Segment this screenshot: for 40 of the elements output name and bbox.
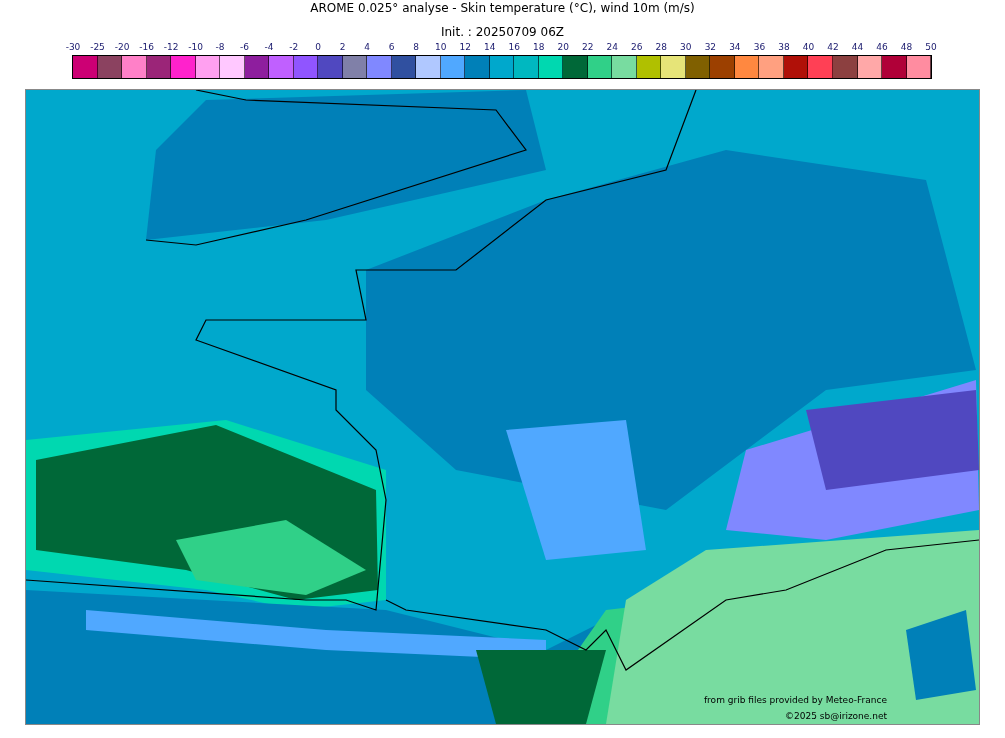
legend-tick-label: 50 <box>925 41 937 53</box>
copyright-text: ©2025 sb@irizone.net <box>785 711 887 722</box>
legend-tick-label: 20 <box>557 41 569 53</box>
legend-tick-label: 34 <box>729 41 741 53</box>
legend-tick-label: -25 <box>90 41 105 53</box>
legend-tick-label: -30 <box>65 41 81 53</box>
legend-tick-label: -2 <box>289 41 299 53</box>
legend-tick-label: -16 <box>139 41 154 53</box>
legend-tick-label: 48 <box>900 41 913 53</box>
legend-tick-label: 26 <box>631 41 643 53</box>
legend-tick-label: 32 <box>704 41 717 53</box>
legend-tick-label: 4 <box>364 41 370 53</box>
legend-tick-label: 36 <box>753 41 766 53</box>
legend-tick-label: 46 <box>876 41 888 53</box>
legend-tick-label: 14 <box>484 41 496 53</box>
legend-tick-label: 24 <box>606 41 619 53</box>
legend-tick-label: 22 <box>582 41 594 53</box>
source-credit: from grib files provided by Meteo-France <box>703 695 887 706</box>
legend-tick-label: 18 <box>533 41 545 53</box>
legend-tick-label: -8 <box>215 41 225 53</box>
legend-tick-label: 30 <box>680 41 692 53</box>
chart-title: AROME 0.025° analyse - Skin temperature (°C), wind 10m (m/s) <box>310 1 695 16</box>
legend-tick-label: -12 <box>163 41 179 53</box>
legend-tick-label: 40 <box>802 41 815 53</box>
legend-tick-label: 0 <box>315 41 321 53</box>
legend-tick-label: -20 <box>114 41 130 53</box>
legend-tick-label: 6 <box>388 41 395 53</box>
legend-tick-label: 16 <box>508 41 520 53</box>
legend-tick-label: 12 <box>459 41 471 53</box>
chart-subtitle: Init. : 20250709 06Z <box>440 25 565 40</box>
legend-tick-label: 38 <box>778 41 790 53</box>
legend-tick-label: -6 <box>240 41 250 53</box>
legend-tick-label: 2 <box>339 41 346 53</box>
legend-tick-label: 10 <box>435 41 447 53</box>
legend-tick-label: 28 <box>655 41 668 53</box>
legend-tick-label: 8 <box>413 41 420 53</box>
legend-tick-label: 44 <box>851 41 864 53</box>
legend-tick-label: -10 <box>188 41 203 53</box>
legend-tick-label: 42 <box>827 41 839 53</box>
legend-tick-label: -4 <box>264 41 274 53</box>
